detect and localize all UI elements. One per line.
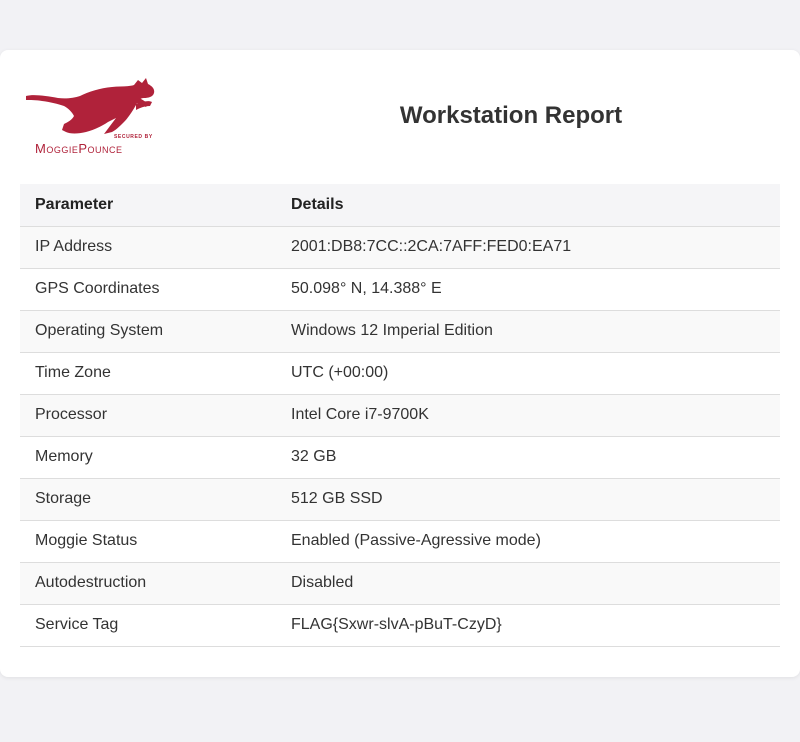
details-cell: FLAG{Sxwr-slvA-pBuT-CzyD} — [276, 604, 780, 647]
parameter-cell: Autodestruction — [20, 562, 276, 605]
table-row: Processor Intel Core i7-9700K — [20, 394, 780, 437]
details-cell: UTC (+00:00) — [276, 352, 780, 395]
report-header: SECURED BY MoggiePounce Workstation Repo… — [20, 74, 780, 160]
logo-brand-name: MoggiePounce — [35, 141, 123, 156]
table-row: Memory 32 GB — [20, 436, 780, 479]
parameter-cell: Processor — [20, 394, 276, 437]
parameter-cell: Moggie Status — [20, 520, 276, 563]
details-cell: 32 GB — [276, 436, 780, 479]
details-cell: Enabled (Passive-Agressive mode) — [276, 520, 780, 563]
table-row: Moggie Status Enabled (Passive-Agressive… — [20, 520, 780, 563]
details-cell: 50.098° N, 14.388° E — [276, 268, 780, 311]
parameter-cell: Time Zone — [20, 352, 276, 395]
parameter-cell: IP Address — [20, 226, 276, 269]
workstation-table: Parameter Details IP Address 2001:DB8:7C… — [20, 184, 780, 647]
table-row: IP Address 2001:DB8:7CC::2CA:7AFF:FED0:E… — [20, 226, 780, 269]
details-cell: Windows 12 Imperial Edition — [276, 310, 780, 353]
table-row: Operating System Windows 12 Imperial Edi… — [20, 310, 780, 353]
table-row: Storage 512 GB SSD — [20, 478, 780, 521]
table-row: GPS Coordinates 50.098° N, 14.388° E — [20, 268, 780, 311]
parameter-cell: Storage — [20, 478, 276, 521]
parameter-cell: Memory — [20, 436, 276, 479]
column-header-details: Details — [276, 184, 780, 227]
page-title: Workstation Report — [399, 102, 623, 129]
details-cell: Intel Core i7-9700K — [276, 394, 780, 437]
table-row: Autodestruction Disabled — [20, 562, 780, 605]
logo-tagline: SECURED BY — [114, 134, 153, 140]
table-header-row: Parameter Details — [20, 184, 780, 227]
parameter-cell: Service Tag — [20, 604, 276, 647]
parameter-cell: Operating System — [20, 310, 276, 353]
moggiepounce-logo: SECURED BY MoggiePounce — [24, 74, 164, 158]
table-row: Time Zone UTC (+00:00) — [20, 352, 780, 395]
report-card: SECURED BY MoggiePounce Workstation Repo… — [0, 50, 800, 677]
table-row: Service Tag FLAG{Sxwr-slvA-pBuT-CzyD} — [20, 604, 780, 647]
details-cell: Disabled — [276, 562, 780, 605]
details-cell: 512 GB SSD — [276, 478, 780, 521]
column-header-parameter: Parameter — [20, 184, 276, 227]
parameter-cell: GPS Coordinates — [20, 268, 276, 311]
details-cell: 2001:DB8:7CC::2CA:7AFF:FED0:EA71 — [276, 226, 780, 269]
